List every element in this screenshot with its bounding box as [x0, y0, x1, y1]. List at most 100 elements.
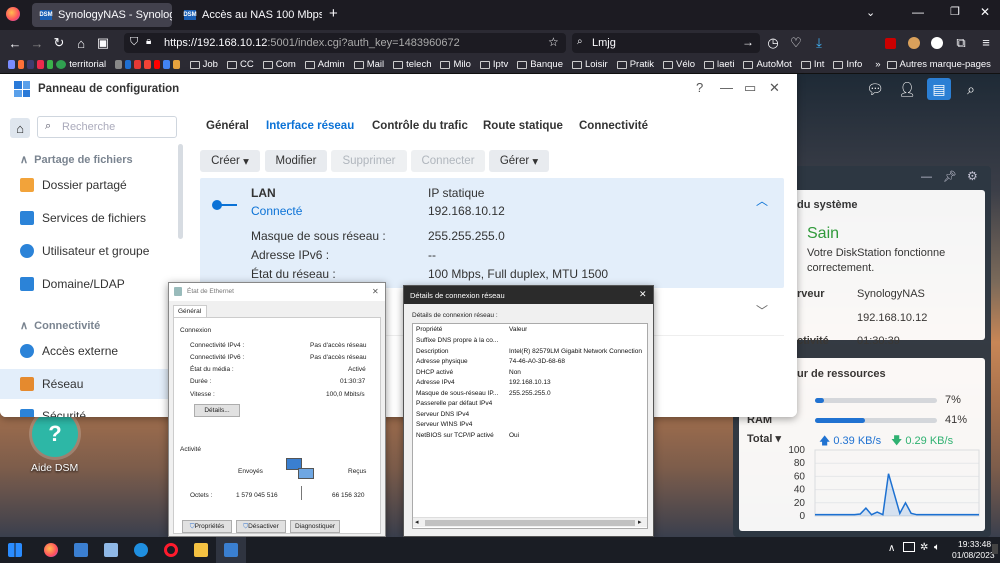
- desktop-taskbar-icon[interactable]: [66, 537, 96, 563]
- bookmark-folder-pratik[interactable]: Pratik: [616, 59, 654, 70]
- scroll-right-icon[interactable]: ▸: [638, 518, 642, 526]
- edge-taskbar-icon[interactable]: [126, 537, 156, 563]
- scroll-thumb[interactable]: [425, 520, 635, 526]
- tab-list-icon[interactable]: ⌄: [866, 6, 875, 19]
- extensions-icon[interactable]: ⧉: [950, 35, 972, 51]
- tray-date[interactable]: 01/08/2023: [952, 550, 995, 560]
- detail-property[interactable]: DHCP activé: [416, 369, 506, 376]
- bookmark-folder-laeti[interactable]: laeti: [704, 59, 734, 70]
- tab-network-interface[interactable]: Interface réseau: [266, 120, 354, 132]
- section-file-sharing[interactable]: ∧ Partage de fichiers: [20, 153, 133, 166]
- windows-start-icon[interactable]: [0, 537, 30, 563]
- opera-taskbar-icon[interactable]: [156, 537, 186, 563]
- detail-value[interactable]: Oui: [509, 432, 647, 439]
- detail-value[interactable]: 255.255.255.0: [509, 390, 647, 397]
- bookmark-folder-velo[interactable]: Vélo: [662, 59, 695, 70]
- bookmark-icon[interactable]: [27, 60, 34, 69]
- widget-minimize-icon[interactable]: —: [921, 171, 932, 183]
- close-icon[interactable]: ✕: [639, 289, 647, 300]
- detail-value[interactable]: Intel(R) 82579LM Gigabit Network Connect…: [509, 348, 647, 355]
- tab-synology[interactable]: DSM SynologyNAS - Synology Disk ✕: [32, 3, 172, 27]
- detail-value[interactable]: 74-46-A0-3D-68-68: [509, 358, 647, 365]
- bookmark-folder-mail[interactable]: Mail: [353, 59, 384, 70]
- extension-ublock-icon[interactable]: [885, 38, 896, 49]
- detail-property[interactable]: NetBIOS sur TCP/IP activé: [416, 432, 506, 439]
- create-button[interactable]: Créer ▾: [200, 150, 260, 172]
- bookmark-icon[interactable]: [36, 60, 44, 69]
- tray-network-icon[interactable]: [903, 542, 915, 552]
- maximize-icon[interactable]: ▭: [744, 80, 756, 96]
- explorer-taskbar-icon[interactable]: [186, 537, 216, 563]
- detail-property[interactable]: Masque de sous-réseau IP...: [416, 390, 506, 397]
- expand-chevron-icon[interactable]: ﹀: [756, 302, 768, 319]
- search-icon[interactable]: ⌕: [959, 78, 983, 100]
- connect-button[interactable]: Connecter: [411, 150, 485, 172]
- sidebar-item-domain-ldap[interactable]: Domaine/LDAP: [0, 269, 170, 299]
- tab-connectivity[interactable]: Connectivité: [579, 120, 648, 132]
- search-go-icon[interactable]: →: [742, 35, 754, 49]
- details-button[interactable]: Détails...: [194, 404, 240, 417]
- details-list[interactable]: Propriété Valeur Suffixe DNS propre à la…: [412, 323, 648, 529]
- bookmark-icon[interactable]: [173, 60, 180, 69]
- tab-general[interactable]: Général: [206, 120, 249, 132]
- other-bookmarks[interactable]: » Autres marque-pages: [875, 59, 991, 70]
- dsm-taskbar-icon[interactable]: [216, 537, 246, 563]
- column-header-value[interactable]: Valeur: [509, 326, 527, 333]
- tray-volume-icon[interactable]: 🔈︎: [934, 542, 940, 553]
- new-tab-icon[interactable]: +: [329, 5, 338, 22]
- aide-dsm-icon[interactable]: ?: [32, 411, 78, 457]
- lock-icon[interactable]: 🔒︎: [146, 36, 151, 47]
- detail-property[interactable]: Description: [416, 348, 506, 355]
- bookmark-folder-admin[interactable]: Admin: [304, 59, 345, 70]
- chat-icon[interactable]: 💬︎: [863, 78, 887, 100]
- widget-pin-icon[interactable]: 📌︎: [943, 170, 957, 183]
- modify-button[interactable]: Modifier: [265, 150, 327, 172]
- close-icon[interactable]: ✕: [372, 287, 379, 296]
- bookmark-folder-info[interactable]: Info: [833, 59, 862, 70]
- tab-acces-nas[interactable]: DSM Accès au NAS 100 Mbps même ✕: [176, 3, 322, 27]
- sidebar-search-input[interactable]: ⌕ Recherche: [37, 116, 177, 138]
- detail-property[interactable]: Adresse IPv4: [416, 379, 506, 386]
- screenshot-icon[interactable]: ▣: [92, 35, 114, 51]
- home-icon[interactable]: ⌂: [70, 36, 92, 51]
- bookmark-folder-iptv[interactable]: Iptv: [479, 59, 508, 70]
- extension-avatar-icon[interactable]: [908, 37, 920, 49]
- tray-bluetooth-icon[interactable]: ✲: [920, 542, 928, 553]
- bookmark-folder-int[interactable]: Int: [800, 59, 824, 70]
- minimize-icon[interactable]: —: [720, 80, 733, 95]
- reload-icon[interactable]: ↻: [48, 35, 70, 51]
- firefox-menu-icon[interactable]: [6, 7, 20, 21]
- manage-button[interactable]: Gérer ▾: [489, 150, 549, 172]
- disable-button[interactable]: ⛉ Désactiver: [236, 520, 286, 533]
- total-dropdown[interactable]: Total ▾: [747, 432, 781, 445]
- detail-property[interactable]: Adresse physique: [416, 358, 506, 365]
- detail-value[interactable]: Non: [509, 369, 647, 376]
- notification-icon[interactable]: [992, 544, 998, 554]
- detail-property[interactable]: Passerelle par défaut IPv4: [416, 400, 506, 407]
- home-icon[interactable]: ⌂: [10, 118, 30, 138]
- sidebar-item-security[interactable]: Sécurité: [0, 401, 170, 417]
- bookmark-folder-job[interactable]: Job: [189, 59, 218, 70]
- horizontal-scrollbar[interactable]: ◂ ▸: [413, 517, 647, 527]
- detail-value[interactable]: 192.168.10.13: [509, 379, 647, 386]
- tab-static-route[interactable]: Route statique: [483, 120, 563, 132]
- bookmark-folder-cc[interactable]: CC: [226, 59, 254, 70]
- detail-property[interactable]: Serveur WINS IPv4: [416, 421, 506, 428]
- bookmark-folder-loisir[interactable]: Loisir: [571, 59, 608, 70]
- sidebar-item-shared-folder[interactable]: Dossier partagé: [0, 170, 170, 200]
- bookmark-folder-milo[interactable]: Milo: [440, 59, 471, 70]
- search-bar[interactable]: ⌕ Lmjg →: [572, 33, 760, 53]
- restore-icon[interactable]: ❐: [950, 5, 960, 18]
- tray-time[interactable]: 19:33:48: [958, 539, 991, 549]
- tab-traffic-control[interactable]: Contrôle du trafic: [372, 120, 468, 132]
- sidebar-scrollbar[interactable]: [178, 144, 183, 239]
- sidebar-item-external-access[interactable]: Accès externe: [0, 336, 170, 366]
- firefox-taskbar-icon[interactable]: [36, 537, 66, 563]
- detail-property[interactable]: Serveur DNS IPv4: [416, 411, 506, 418]
- close-icon[interactable]: ✕: [980, 5, 990, 19]
- shield-icon[interactable]: ⛉: [130, 36, 138, 49]
- bookmark-star-icon[interactable]: ☆: [548, 35, 559, 49]
- properties-button[interactable]: ⛉ Propriétés: [182, 520, 232, 533]
- bookmark-icon[interactable]: [124, 60, 132, 69]
- bookmark-territorial[interactable]: territorial: [56, 59, 106, 70]
